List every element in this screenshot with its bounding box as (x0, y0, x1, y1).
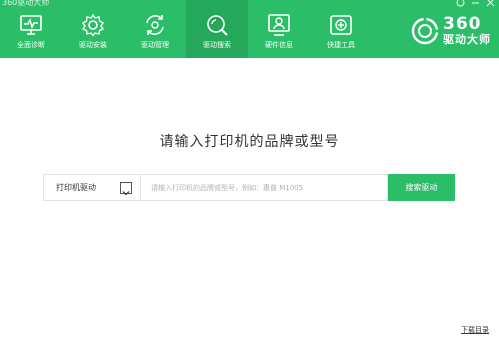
download-directory-link[interactable]: 下载目录 (461, 325, 489, 335)
gear-icon (81, 13, 105, 37)
nav-driver-install[interactable]: 驱动安装 (62, 0, 124, 58)
brand-name: 驱动大师 (443, 33, 491, 46)
toolbox-icon (330, 15, 352, 35)
search-input[interactable] (140, 174, 388, 201)
search-prompt: 请输入打印机的品牌或型号 (159, 134, 340, 150)
search-driver-button[interactable]: 搜索驱动 (388, 174, 455, 201)
brand-text: 360 驱动大师 (443, 14, 491, 46)
driver-type-select[interactable]: 打印机驱动 (43, 174, 140, 201)
search-icon (207, 15, 228, 36)
nav-full-diagnosis[interactable]: 全面诊断 (0, 0, 62, 58)
app-window: 360驱动大师 全面诊断 驱动安装 驱动管理 驱动搜索 硬件信息 快捷工具 36… (0, 0, 499, 354)
menu-icon[interactable] (456, 0, 465, 7)
brand-number: 360 (443, 14, 482, 34)
brand: 360 驱动大师 (411, 16, 491, 45)
brand-logo-icon (411, 16, 439, 44)
nav-label: 全面诊断 (17, 41, 45, 49)
nav-label: 驱动安装 (79, 41, 107, 49)
nav-label: 硬件信息 (265, 41, 293, 49)
search-row: 打印机驱动 搜索驱动 (43, 174, 455, 201)
nav-driver-search[interactable]: 驱动搜索 (186, 0, 248, 58)
chevron-down-icon[interactable] (120, 182, 132, 196)
window-controls (456, 0, 495, 7)
refresh-gear-icon (146, 15, 164, 35)
monitor-person-icon (268, 14, 290, 36)
nav-label: 快捷工具 (327, 41, 355, 49)
nav-hardware-info[interactable]: 硬件信息 (248, 0, 310, 58)
nav-label: 驱动搜索 (203, 41, 231, 49)
nav-driver-manage[interactable]: 驱动管理 (124, 0, 186, 58)
close-icon[interactable] (486, 0, 495, 7)
header-bar: 360驱动大师 全面诊断 驱动安装 驱动管理 驱动搜索 硬件信息 快捷工具 36… (0, 0, 499, 58)
driver-type-value: 打印机驱动 (56, 183, 96, 192)
monitor-pulse-icon (20, 15, 42, 35)
main-nav: 全面诊断 驱动安装 驱动管理 驱动搜索 硬件信息 快捷工具 (0, 0, 372, 58)
nav-label: 驱动管理 (141, 41, 169, 49)
nav-quick-tools[interactable]: 快捷工具 (310, 0, 372, 58)
minimize-icon[interactable] (471, 0, 480, 7)
